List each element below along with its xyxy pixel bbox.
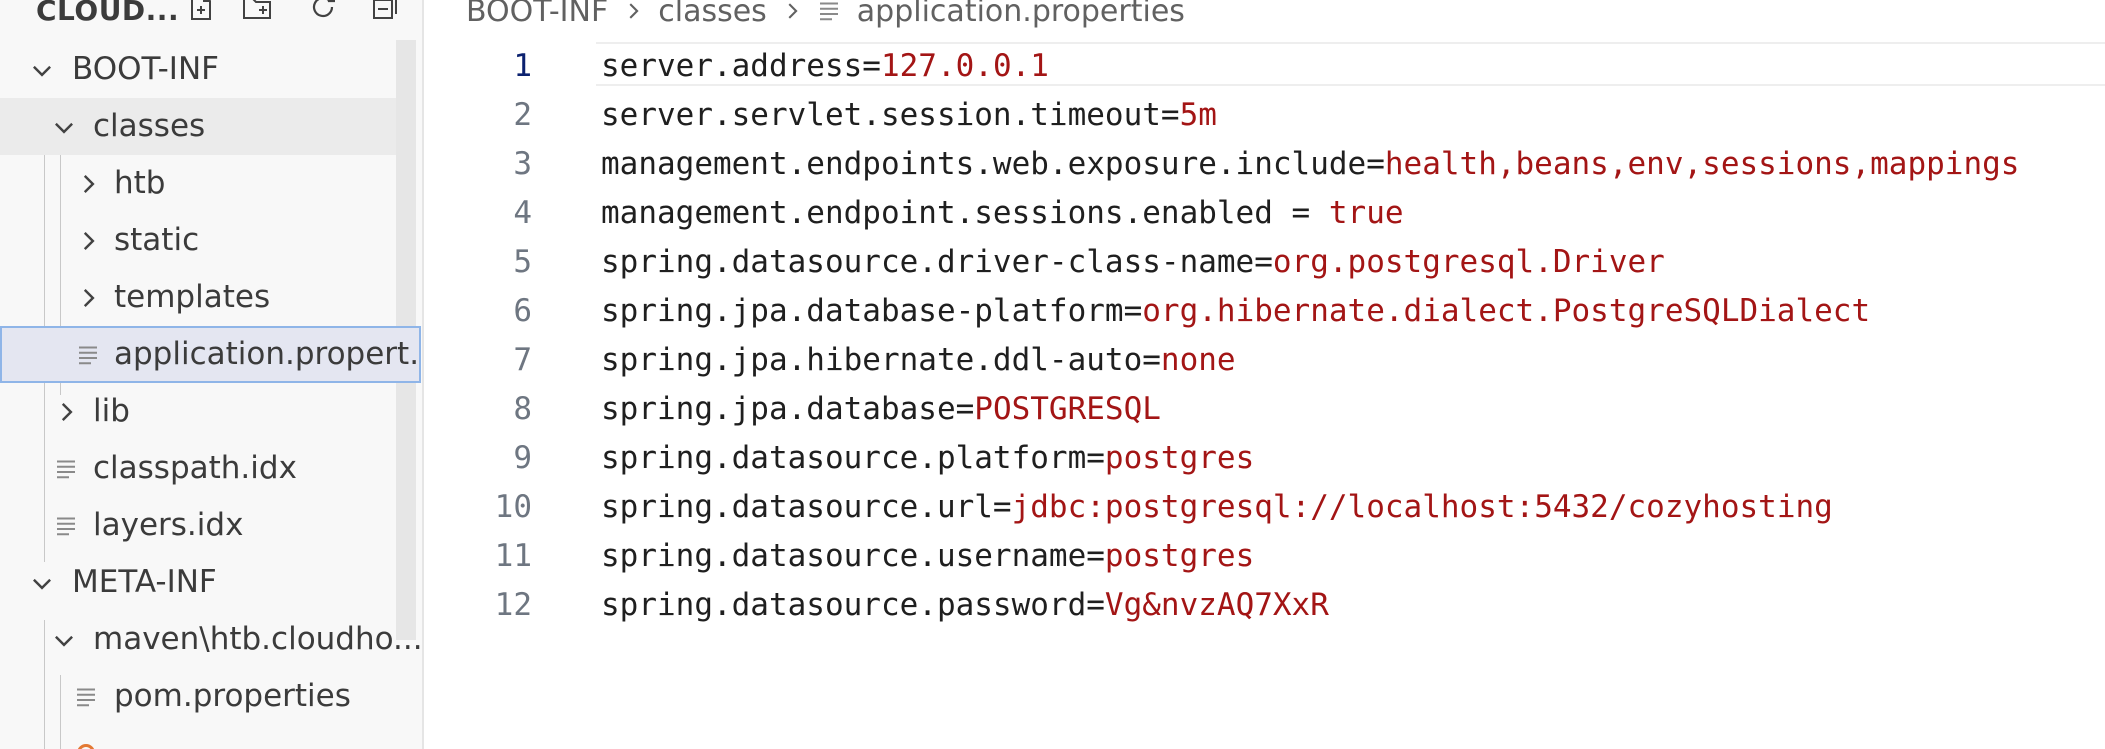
file-lines-icon [72, 683, 100, 711]
explorer-title[interactable]: CLOUD... [36, 0, 179, 27]
code-line[interactable]: 8 spring.jpa.database=POSTGRESQL [0, 383, 2105, 432]
property-key: spring.datasource.url= [601, 489, 1012, 525]
code-line[interactable]: 1 server.address=127.0.0.1 [0, 40, 2105, 89]
property-value: postgres [1104, 538, 1255, 574]
code-text[interactable]: spring.jpa.hibernate.ddl-auto=none [601, 342, 1236, 378]
property-value: 5m [1179, 97, 1217, 133]
file-lines-icon [817, 0, 841, 23]
property-key: management.endpoints.web.exposure.includ… [601, 146, 1385, 182]
code-text[interactable]: management.endpoints.web.exposure.includ… [601, 146, 2019, 182]
line-number: 2 [513, 97, 532, 133]
property-value: Vg&nvzAQ7XxR [1104, 587, 1329, 623]
xml-file-icon [72, 739, 100, 749]
code-line[interactable]: 7 spring.jpa.hibernate.ddl-auto=none [0, 334, 2105, 383]
code-text[interactable]: spring.datasource.username=postgres [601, 538, 1254, 574]
line-number: 7 [513, 342, 532, 378]
property-key: spring.jpa.database= [601, 391, 975, 427]
line-number: 10 [494, 489, 532, 525]
line-number: 8 [513, 391, 532, 427]
property-value: org.hibernate.dialect.PostgreSQLDialect [1142, 293, 1871, 329]
code-text[interactable]: spring.jpa.database-platform=org.hiberna… [601, 293, 1870, 329]
line-number: 12 [494, 587, 532, 623]
code-text[interactable]: spring.datasource.url=jdbc:postgresql://… [601, 489, 1833, 525]
code-text[interactable]: management.endpoint.sessions.enabled = t… [601, 195, 1404, 231]
chevron-down-icon [50, 626, 78, 654]
line-number: 11 [494, 538, 532, 574]
property-key: spring.datasource.platform= [601, 440, 1105, 476]
property-key: server.servlet.session.timeout= [601, 97, 1180, 133]
new-folder-icon[interactable] [240, 0, 274, 24]
property-value: health,beans,env,sessions,mappings [1384, 146, 2020, 182]
tree-item-label: pom.properties [114, 678, 351, 714]
property-key: spring.jpa.hibernate.ddl-auto= [601, 342, 1161, 378]
code-text[interactable]: spring.jpa.database=POSTGRESQL [601, 391, 1161, 427]
code-text[interactable]: server.address=127.0.0.1 [601, 48, 1049, 84]
property-key: spring.datasource.driver-class-name= [601, 244, 1273, 280]
tree-file-pom-properties[interactable]: pom.properties [0, 668, 396, 725]
chevron-right-icon [622, 0, 644, 22]
breadcrumb-item-boot-inf[interactable]: BOOT-INF [466, 0, 608, 29]
property-value: none [1160, 342, 1236, 378]
code-line[interactable]: 6 spring.jpa.database-platform=org.hibern… [0, 285, 2105, 334]
property-key: spring.datasource.username= [601, 538, 1105, 574]
explorer-header: CLOUD... [0, 0, 422, 34]
breadcrumb: BOOT-INF classes application.properties [466, 0, 1185, 30]
tree-file-partial[interactable] [0, 725, 396, 749]
code-text[interactable]: spring.datasource.driver-class-name=org.… [601, 244, 1665, 280]
code-text[interactable]: spring.datasource.platform=postgres [601, 440, 1254, 476]
line-number: 6 [513, 293, 532, 329]
code-line[interactable]: 3 management.endpoints.web.exposure.inclu… [0, 138, 2105, 187]
property-key: spring.datasource.password= [601, 587, 1105, 623]
code-line[interactable]: 4 management.endpoint.sessions.enabled = … [0, 187, 2105, 236]
code-line[interactable]: 9 spring.datasource.platform=postgres [0, 432, 2105, 481]
code-text[interactable]: server.servlet.session.timeout=5m [601, 97, 1217, 133]
chevron-right-icon [781, 0, 803, 22]
property-value: POSTGRESQL [974, 391, 1161, 427]
new-file-icon[interactable] [184, 0, 218, 24]
property-value: postgres [1104, 440, 1255, 476]
code-line[interactable]: 11 spring.datasource.username=postgres [0, 530, 2105, 579]
code-line[interactable]: 10 spring.datasource.url=jdbc:postgresql:… [0, 481, 2105, 530]
code-line[interactable]: 2 server.servlet.session.timeout=5m [0, 89, 2105, 138]
code-line[interactable]: 5 spring.datasource.driver-class-name=org… [0, 236, 2105, 285]
line-number: 4 [513, 195, 532, 231]
code-text[interactable]: spring.datasource.password=Vg&nvzAQ7XxR [601, 587, 1329, 623]
property-key: spring.jpa.database-platform= [601, 293, 1143, 329]
property-value: 127.0.0.1 [880, 48, 1049, 84]
property-value: jdbc:postgresql://localhost:5432/cozyhos… [1011, 489, 1833, 525]
property-value: true [1328, 195, 1404, 231]
line-number: 5 [513, 244, 532, 280]
collapse-all-icon[interactable] [368, 0, 402, 24]
property-key: server.address= [601, 48, 881, 84]
property-key: management.endpoint.sessions.enabled = [601, 195, 1329, 231]
breadcrumb-item-classes[interactable]: classes [658, 0, 767, 29]
code-line[interactable]: 12 spring.datasource.password=Vg&nvzAQ7Xx… [0, 579, 2105, 628]
property-value: org.postgresql.Driver [1272, 244, 1665, 280]
line-number: 9 [513, 440, 532, 476]
breadcrumb-item-file[interactable]: application.properties [857, 0, 1185, 29]
refresh-icon[interactable] [306, 0, 340, 24]
line-number: 1 [513, 48, 532, 84]
line-number: 3 [513, 146, 532, 182]
